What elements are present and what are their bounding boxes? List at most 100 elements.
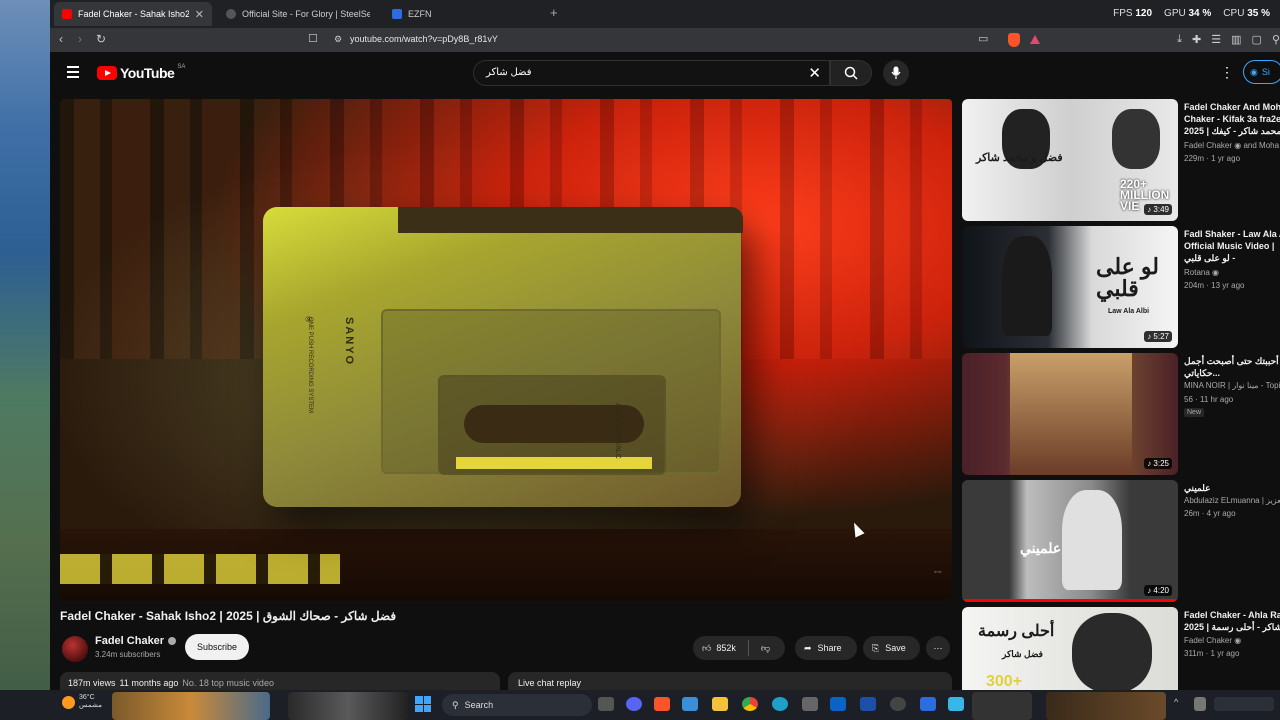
auto-stop-label: AUTO STOP/ALC xyxy=(614,403,621,459)
thumbs-down-icon: 👎︎ xyxy=(760,642,771,653)
task-view-icon[interactable] xyxy=(598,697,614,711)
video-thumbnail[interactable]: فضل و محمد شاكر 220+ MILLION VIE ♪ 3:49 xyxy=(962,99,1178,221)
download-icon[interactable]: ⤓ xyxy=(1177,33,1182,46)
channel-line: Fadel Chaker ◉ and Moha xyxy=(1184,141,1280,150)
tab-label: EZFN xyxy=(408,9,432,19)
voice-search-button[interactable] xyxy=(883,60,909,86)
bookmark-save-icon: ⎘ xyxy=(872,642,880,653)
singer-portrait xyxy=(1002,236,1052,336)
address-bar[interactable]: youtube.com/watch?v=pDy8B_r81vY xyxy=(350,34,498,44)
wallet-icon[interactable]: ▢ xyxy=(1252,33,1262,46)
cast-icon[interactable]: ▭ xyxy=(978,32,988,45)
search-input[interactable]: فضل شاكر ✕ xyxy=(473,60,830,86)
start-button[interactable] xyxy=(415,696,431,712)
taskbar-search[interactable]: ⚲ Search xyxy=(442,694,592,716)
sidebar-icon[interactable]: ▥ xyxy=(1231,33,1241,46)
sign-in-button[interactable]: ◉ Si xyxy=(1243,60,1280,84)
video-thumbnail[interactable]: علميني ♪ 4:20 xyxy=(962,480,1178,602)
like-dislike-group: 👍︎ 852k 👎︎ xyxy=(693,636,785,660)
duration-badge: ♪ 3:25 xyxy=(1144,458,1172,469)
portrait-right xyxy=(1112,109,1160,169)
verified-icon xyxy=(168,637,177,645)
discord-icon[interactable] xyxy=(626,697,642,711)
edge-icon[interactable] xyxy=(772,697,788,711)
tab-steelseries[interactable]: Official Site - For Glory | SteelSeries xyxy=(218,2,378,26)
extensions-icon[interactable]: ✚ xyxy=(1192,33,1201,46)
file-explorer-icon[interactable] xyxy=(712,697,728,711)
search-button[interactable] xyxy=(830,60,872,86)
new-tab-button[interactable]: + xyxy=(550,5,558,20)
recommended-video[interactable]: ♪ 3:25 شية - أحببتك حتى أصبحت أجمل حكايا… xyxy=(962,353,1280,475)
cassette-recorder-image: ⑨ ONE PUSH RECORDING SYSTEM SANYO AUTO S… xyxy=(263,207,743,507)
thumbs-up-icon: 👍︎ xyxy=(702,642,712,653)
site-settings-icon[interactable]: ⚙ xyxy=(334,34,342,45)
video-thumbnail[interactable]: أحلى رسمة فضل شاكر 300+ xyxy=(962,607,1178,690)
settings-menu-icon[interactable]: ⋮ xyxy=(1220,64,1234,81)
tab-label: Official Site - For Glory | SteelSeries xyxy=(242,9,370,19)
brave-shield-icon[interactable] xyxy=(1008,33,1020,47)
desktop-wallpaper xyxy=(0,0,50,720)
sun-icon xyxy=(62,695,75,709)
video-thumbnail[interactable]: ♪ 3:25 xyxy=(962,353,1178,475)
tab-ezfn[interactable]: EZFN xyxy=(384,2,544,26)
cassette-tape xyxy=(438,375,666,475)
description-box[interactable]: 187m views 11 months ago No. 18 top musi… xyxy=(60,672,500,692)
duration-badge: ♪ 5:27 xyxy=(1144,331,1172,342)
save-button[interactable]: ⎘ Save xyxy=(863,636,920,660)
subscriber-count: 3.24m subscribers xyxy=(95,650,161,659)
duration-badge: ♪ 3:49 xyxy=(1144,204,1172,215)
clear-search-icon[interactable]: ✕ xyxy=(808,64,821,82)
more-actions-button[interactable]: ⋯ xyxy=(926,636,950,660)
video-thumbnail[interactable]: لو على قلبي Law Ala Albi ♪ 5:27 xyxy=(962,226,1178,348)
more-icon: ⋯ xyxy=(933,642,943,653)
word-icon[interactable] xyxy=(860,697,876,711)
reload-icon[interactable]: ↻ xyxy=(96,32,106,46)
tray-icon[interactable] xyxy=(1194,697,1206,711)
profile-icon[interactable]: ⚲ xyxy=(1272,33,1280,46)
live-chat-replay[interactable]: Live chat replay xyxy=(508,672,952,692)
app-icon[interactable] xyxy=(948,697,964,711)
painting-artwork xyxy=(1010,353,1132,475)
brave-icon[interactable] xyxy=(654,697,670,711)
menu-icon[interactable] xyxy=(67,66,79,81)
chrome-icon[interactable] xyxy=(742,697,758,711)
youtube-favicon-icon xyxy=(62,9,72,19)
account-icon: ◉ xyxy=(1250,66,1258,77)
recommended-video[interactable]: علميني ♪ 4:20 علميني Abdulaziz ELmuanna … xyxy=(962,480,1280,602)
outlook-icon[interactable] xyxy=(830,697,846,711)
github-icon[interactable] xyxy=(890,697,906,711)
forward-icon[interactable]: › xyxy=(78,32,82,46)
recommended-video[interactable]: فضل و محمد شاكر 220+ MILLION VIE ♪ 3:49 … xyxy=(962,99,1280,221)
channel-name[interactable]: Fadel Chaker xyxy=(95,635,177,647)
cassette-door xyxy=(381,309,721,475)
close-tab-icon[interactable]: ✕ xyxy=(195,8,204,21)
taskbar-preview[interactable] xyxy=(1046,692,1166,720)
subscribe-button[interactable]: Subscribe xyxy=(185,634,249,660)
recommended-video[interactable]: لو على قلبي Law Ala Albi ♪ 5:27 Fadl Sha… xyxy=(962,226,1280,348)
reading-list-icon[interactable]: ☰ xyxy=(1211,33,1221,46)
video-player[interactable]: ⑨ ONE PUSH RECORDING SYSTEM SANYO AUTO S… xyxy=(60,99,952,601)
recorder-brand: SANYO xyxy=(343,317,355,367)
share-button[interactable]: ➦ Share xyxy=(795,636,857,660)
channel-avatar[interactable] xyxy=(62,636,88,662)
store-icon[interactable] xyxy=(802,697,818,711)
app-icon[interactable] xyxy=(920,697,936,711)
system-tray[interactable] xyxy=(1214,697,1274,711)
tray-chevron-icon[interactable]: ^ xyxy=(1174,697,1184,711)
taskbar-preview[interactable] xyxy=(972,692,1032,720)
tab-youtube[interactable]: Fadel Chaker - Sahak Isho2 | 2 ✕ xyxy=(54,2,212,26)
dislike-button[interactable]: 👎︎ xyxy=(761,643,770,654)
recommended-video[interactable]: أحلى رسمة فضل شاكر 300+ Fadel Chaker - A… xyxy=(962,607,1280,690)
taskbar-preview[interactable] xyxy=(112,692,270,720)
channel-line: Fadel Chaker ◉ xyxy=(1184,636,1242,645)
bookmark-icon[interactable]: ☐ xyxy=(308,32,318,45)
taskbar-preview[interactable] xyxy=(288,692,408,720)
youtube-logo[interactable]: YouTube SA xyxy=(97,64,185,81)
youtube-play-icon xyxy=(97,66,117,80)
back-icon[interactable]: ‹ xyxy=(59,32,63,46)
weather-widget[interactable]: 36°C مشمس xyxy=(62,694,102,710)
like-button[interactable]: 👍︎ 852k xyxy=(702,643,736,654)
cassette-strip xyxy=(60,554,340,584)
brave-rewards-icon[interactable] xyxy=(1030,35,1040,44)
app-icon[interactable] xyxy=(682,697,698,711)
